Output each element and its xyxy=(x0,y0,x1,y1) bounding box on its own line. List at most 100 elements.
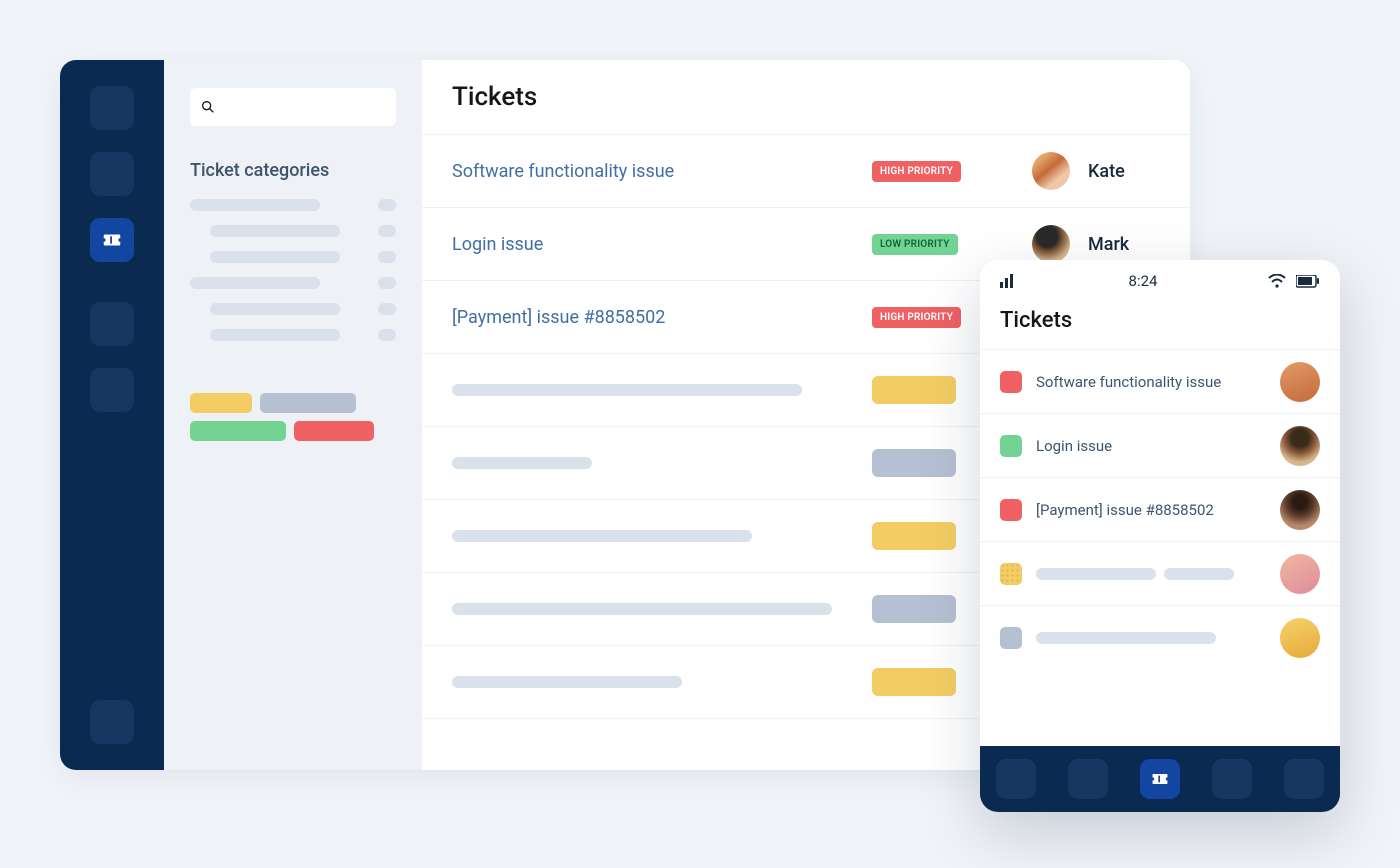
priority-chip xyxy=(1000,371,1022,393)
category-item[interactable] xyxy=(190,225,396,237)
ticket-icon xyxy=(101,229,123,251)
page-title: Tickets xyxy=(452,82,1160,112)
mobile-title-placeholder xyxy=(1036,568,1156,580)
sidebar-panel: Ticket categories xyxy=(164,60,422,770)
nav-item-4[interactable] xyxy=(90,302,134,346)
category-item[interactable] xyxy=(190,303,396,315)
statusbar-time: 8:24 xyxy=(1129,272,1158,290)
mobile-ticket-title: Software functionality issue xyxy=(1036,373,1266,391)
nav-item-tickets[interactable] xyxy=(90,218,134,262)
nav-item-5[interactable] xyxy=(90,368,134,412)
nav-item-1[interactable] xyxy=(90,86,134,130)
priority-placeholder xyxy=(872,449,956,477)
avatar xyxy=(1280,618,1320,658)
avatar xyxy=(1032,152,1070,190)
ticket-assignee: Kate xyxy=(1032,152,1125,190)
ticket-icon xyxy=(1150,769,1170,789)
ticket-title: Software functionality issue xyxy=(452,161,872,182)
priority-slot: LOW PRIORITY xyxy=(872,234,962,255)
mobile-title-placeholder xyxy=(1164,568,1234,580)
ticket-title-placeholder xyxy=(452,384,802,396)
ticket-title-placeholder xyxy=(452,676,682,688)
priority-placeholder xyxy=(872,522,956,550)
priority-chip xyxy=(1000,435,1022,457)
mobile-ticket-row-placeholder[interactable] xyxy=(980,605,1340,669)
mobile-ticket-row[interactable]: Login issue xyxy=(980,413,1340,477)
category-count-placeholder xyxy=(378,303,396,315)
category-count-placeholder xyxy=(378,199,396,211)
category-count-placeholder xyxy=(378,225,396,237)
avatar xyxy=(1280,362,1320,402)
category-count-placeholder xyxy=(378,329,396,341)
mobile-app: 8:24 Tickets Software functionality issu… xyxy=(980,260,1340,812)
ticket-title: [Payment] issue #8858502 xyxy=(452,307,872,328)
category-label-placeholder xyxy=(210,303,340,315)
category-item[interactable] xyxy=(190,199,396,211)
filter-chip[interactable] xyxy=(190,421,286,441)
ticket-assignee: Mark xyxy=(1032,225,1129,263)
bottom-nav-2[interactable] xyxy=(1068,759,1108,799)
bottom-nav-tickets[interactable] xyxy=(1140,759,1180,799)
wifi-icon xyxy=(1268,274,1286,288)
category-label-placeholder xyxy=(190,199,320,211)
ticket-title-placeholder xyxy=(452,530,752,542)
mobile-statusbar: 8:24 xyxy=(980,260,1340,302)
category-label-placeholder xyxy=(210,225,340,237)
bottom-nav-4[interactable] xyxy=(1212,759,1252,799)
priority-badge: LOW PRIORITY xyxy=(872,234,958,255)
ticket-title-placeholder xyxy=(452,603,832,615)
priority-badge: HIGH PRIORITY xyxy=(872,307,961,328)
search-input[interactable] xyxy=(190,88,396,126)
priority-chip xyxy=(1000,627,1022,649)
category-list xyxy=(190,199,396,341)
category-label-placeholder xyxy=(210,329,340,341)
filter-chips xyxy=(190,393,396,441)
priority-chip xyxy=(1000,499,1022,521)
avatar xyxy=(1032,225,1070,263)
search-icon xyxy=(200,99,216,115)
category-item[interactable] xyxy=(190,277,396,289)
mobile-bottom-nav xyxy=(980,746,1340,812)
ticket-title: Login issue xyxy=(452,234,872,255)
category-item[interactable] xyxy=(190,329,396,341)
category-label-placeholder xyxy=(210,251,340,263)
category-label-placeholder xyxy=(190,277,320,289)
filter-chip[interactable] xyxy=(190,393,252,413)
mobile-ticket-list: Software functionality issue Login issue [… xyxy=(980,349,1340,746)
filter-chip[interactable] xyxy=(260,393,356,413)
assignee-name: Kate xyxy=(1088,161,1125,182)
priority-placeholder xyxy=(872,595,956,623)
mobile-page-title: Tickets xyxy=(1000,308,1320,333)
avatar xyxy=(1280,426,1320,466)
priority-placeholder xyxy=(872,668,956,696)
mobile-header: Tickets xyxy=(980,302,1340,349)
battery-icon xyxy=(1296,275,1320,288)
nav-item-2[interactable] xyxy=(90,152,134,196)
assignee-name: Mark xyxy=(1088,234,1129,255)
ticket-title-placeholder xyxy=(452,457,592,469)
mobile-ticket-title: Login issue xyxy=(1036,437,1266,455)
nav-item-6[interactable] xyxy=(90,700,134,744)
categories-title: Ticket categories xyxy=(190,160,396,181)
mobile-ticket-row[interactable]: [Payment] issue #8858502 xyxy=(980,477,1340,541)
mobile-ticket-row[interactable]: Software functionality issue xyxy=(980,349,1340,413)
sidebar-nav xyxy=(60,60,164,770)
mobile-ticket-title: [Payment] issue #8858502 xyxy=(1036,501,1266,519)
bottom-nav-1[interactable] xyxy=(996,759,1036,799)
filter-chip[interactable] xyxy=(294,421,374,441)
mobile-ticket-row-placeholder[interactable] xyxy=(980,541,1340,605)
priority-chip xyxy=(1000,563,1022,585)
signal-icon xyxy=(1000,274,1018,288)
category-count-placeholder xyxy=(378,251,396,263)
mobile-title-placeholder xyxy=(1036,632,1216,644)
avatar xyxy=(1280,554,1320,594)
priority-slot: HIGH PRIORITY xyxy=(872,307,962,328)
avatar xyxy=(1280,490,1320,530)
category-count-placeholder xyxy=(378,277,396,289)
category-item[interactable] xyxy=(190,251,396,263)
main-header: Tickets xyxy=(422,60,1190,135)
bottom-nav-5[interactable] xyxy=(1284,759,1324,799)
ticket-row[interactable]: Software functionality issueHIGH PRIORIT… xyxy=(422,135,1190,208)
priority-placeholder xyxy=(872,376,956,404)
priority-badge: HIGH PRIORITY xyxy=(872,161,961,182)
